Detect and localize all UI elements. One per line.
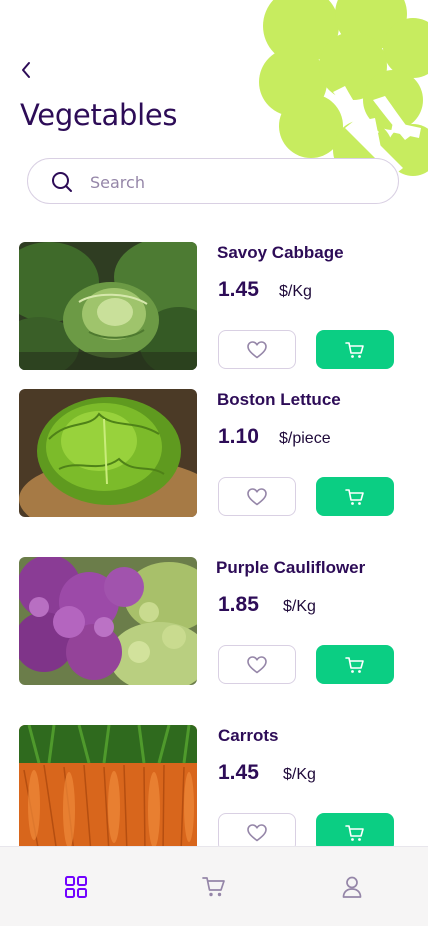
product-price: 1.45 xyxy=(218,278,259,301)
page-title: Vegetables xyxy=(20,98,178,132)
add-to-cart-button[interactable] xyxy=(316,645,394,684)
product-name: Purple Cauliflower xyxy=(216,558,366,577)
add-to-cart-button[interactable] xyxy=(316,330,394,369)
favorite-button[interactable] xyxy=(218,330,296,369)
product-card-boston-lettuce[interactable]: Boston Lettuce 1.10 $/piece xyxy=(19,389,399,519)
product-price: 1.85 xyxy=(218,593,259,616)
cart-icon xyxy=(345,488,364,505)
nav-item-cart[interactable] xyxy=(201,874,227,900)
product-card-carrots[interactable]: Carrots 1.45 $/Kg xyxy=(19,725,399,855)
product-image-boston-lettuce[interactable] xyxy=(19,389,197,517)
product-unit: $/Kg xyxy=(279,283,312,300)
bottom-navigation xyxy=(0,846,428,926)
search-input[interactable] xyxy=(88,167,382,197)
favorite-button[interactable] xyxy=(218,477,296,516)
add-to-cart-button[interactable] xyxy=(316,477,394,516)
product-unit: $/piece xyxy=(279,430,331,447)
chevron-left-icon xyxy=(22,62,30,78)
product-name: Savoy Cabbage xyxy=(217,243,344,262)
favorite-button[interactable] xyxy=(218,645,296,684)
product-unit: $/Kg xyxy=(283,766,316,783)
nav-item-catalog[interactable] xyxy=(63,874,89,900)
back-button[interactable] xyxy=(14,56,38,84)
heart-icon xyxy=(247,823,267,841)
cart-icon xyxy=(345,656,364,673)
cart-icon xyxy=(202,877,225,897)
grid-icon xyxy=(65,876,87,898)
search-icon xyxy=(52,172,72,192)
product-price: 1.45 xyxy=(218,761,259,784)
nav-item-profile[interactable] xyxy=(339,874,365,900)
heart-icon xyxy=(247,340,267,358)
product-card-savoy-cabbage[interactable]: Savoy Cabbage 1.45 $/Kg xyxy=(19,242,399,372)
product-price: 1.10 xyxy=(218,425,259,448)
product-unit: $/Kg xyxy=(283,598,316,615)
product-name: Carrots xyxy=(218,726,279,745)
cart-icon xyxy=(345,824,364,841)
heart-icon xyxy=(247,487,267,505)
user-icon xyxy=(342,876,362,898)
search-bar[interactable] xyxy=(27,158,399,204)
heart-icon xyxy=(247,655,267,673)
product-card-purple-cauliflower[interactable]: Purple Cauliflower 1.85 $/Kg xyxy=(19,557,399,687)
product-image-savoy-cabbage[interactable] xyxy=(19,242,197,370)
product-image-carrots[interactable] xyxy=(19,725,197,846)
product-image-purple-cauliflower[interactable] xyxy=(19,557,197,685)
product-name: Boston Lettuce xyxy=(217,390,341,409)
cart-icon xyxy=(345,341,364,358)
